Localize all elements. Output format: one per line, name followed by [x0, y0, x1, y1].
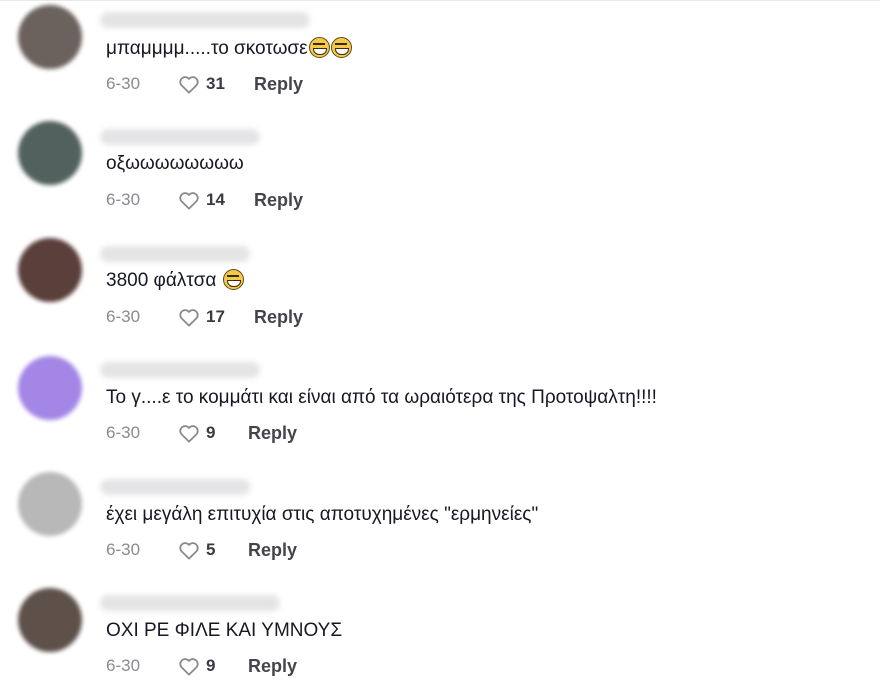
comment-meta: 6-30 31 Reply	[106, 72, 303, 96]
comment-meta: 6-30 9 Reply	[106, 421, 297, 445]
reply-button[interactable]: Reply	[248, 656, 297, 677]
heart-icon	[179, 192, 199, 210]
comment-text: ΟΧΙ ΡΕ ΦΙΛΕ ΚΑΙ ΥΜΝΟΥΣ	[106, 620, 343, 641]
like-button[interactable]: 9	[178, 423, 230, 443]
username-blurred	[100, 362, 260, 378]
comment-date: 6-30	[106, 190, 141, 209]
reply-button[interactable]: Reply	[248, 423, 297, 444]
username-blurred	[100, 129, 260, 145]
heart-icon	[179, 658, 199, 676]
comment-text: οξωωωωωωωω	[106, 153, 244, 174]
comment-text: μπαμμμμ.....το σκοτωσε	[106, 37, 352, 61]
avatar[interactable]	[18, 588, 82, 652]
like-count: 5	[206, 540, 216, 559]
username-blurred	[100, 479, 250, 495]
avatar[interactable]	[18, 472, 82, 536]
comment-meta: 6-30 14 Reply	[106, 188, 303, 212]
like-button[interactable]: 5	[178, 540, 230, 560]
username-blurred	[100, 246, 250, 262]
grinning-face-emoji-icon	[308, 37, 330, 58]
reply-button[interactable]: Reply	[254, 190, 303, 211]
heart-icon	[179, 309, 199, 327]
heart-icon	[179, 76, 199, 94]
comment-item: 3800 φάλτσα 6-30 17 Reply	[0, 234, 880, 350]
comment-meta: 6-30 5 Reply	[106, 538, 297, 562]
heart-icon	[179, 425, 199, 443]
avatar[interactable]	[18, 238, 82, 302]
like-count: 31	[206, 74, 225, 93]
heart-icon	[179, 542, 199, 560]
comment-date: 6-30	[106, 540, 141, 559]
tears-of-joy-emoji-icon	[222, 269, 244, 290]
like-count: 9	[206, 423, 216, 442]
comment-meta: 6-30 17 Reply	[106, 305, 303, 329]
reply-button[interactable]: Reply	[254, 307, 303, 328]
grinning-face-emoji-icon	[330, 37, 352, 58]
comment-date: 6-30	[106, 74, 141, 93]
avatar[interactable]	[18, 121, 82, 185]
like-count: 9	[206, 656, 216, 675]
comment-date: 6-30	[106, 307, 141, 326]
comment-meta: 6-30 9 Reply	[106, 654, 297, 678]
comment-item: ΟΧΙ ΡΕ ΦΙΛΕ ΚΑΙ ΥΜΝΟΥΣ 6-30 9 Reply	[0, 584, 880, 700]
like-button[interactable]: 31	[178, 74, 236, 94]
comment-item: έχει μεγάλη επιτυχία στις αποτυχημένες "…	[0, 468, 880, 584]
comment-item: οξωωωωωωωω 6-30 14 Reply	[0, 117, 880, 233]
avatar[interactable]	[18, 356, 82, 420]
reply-button[interactable]: Reply	[254, 74, 303, 95]
like-count: 14	[206, 190, 225, 209]
like-count: 17	[206, 307, 225, 326]
avatar[interactable]	[18, 5, 82, 69]
comment-text: 3800 φάλτσα	[106, 269, 244, 293]
comment-item: μπαμμμμ.....το σκοτωσε 6-30 31 Reply	[0, 0, 880, 116]
username-blurred	[100, 12, 310, 28]
like-button[interactable]: 9	[178, 656, 230, 676]
like-button[interactable]: 14	[178, 190, 236, 210]
reply-button[interactable]: Reply	[248, 540, 297, 561]
comment-date: 6-30	[106, 423, 141, 442]
username-blurred	[100, 595, 280, 611]
comment-text: Το γ....ε το κομμάτι και είναι από τα ωρ…	[106, 387, 657, 408]
comment-item: Το γ....ε το κομμάτι και είναι από τα ωρ…	[0, 351, 880, 467]
comment-date: 6-30	[106, 656, 141, 675]
like-button[interactable]: 17	[178, 307, 236, 327]
comment-text: έχει μεγάλη επιτυχία στις αποτυχημένες "…	[106, 504, 539, 525]
